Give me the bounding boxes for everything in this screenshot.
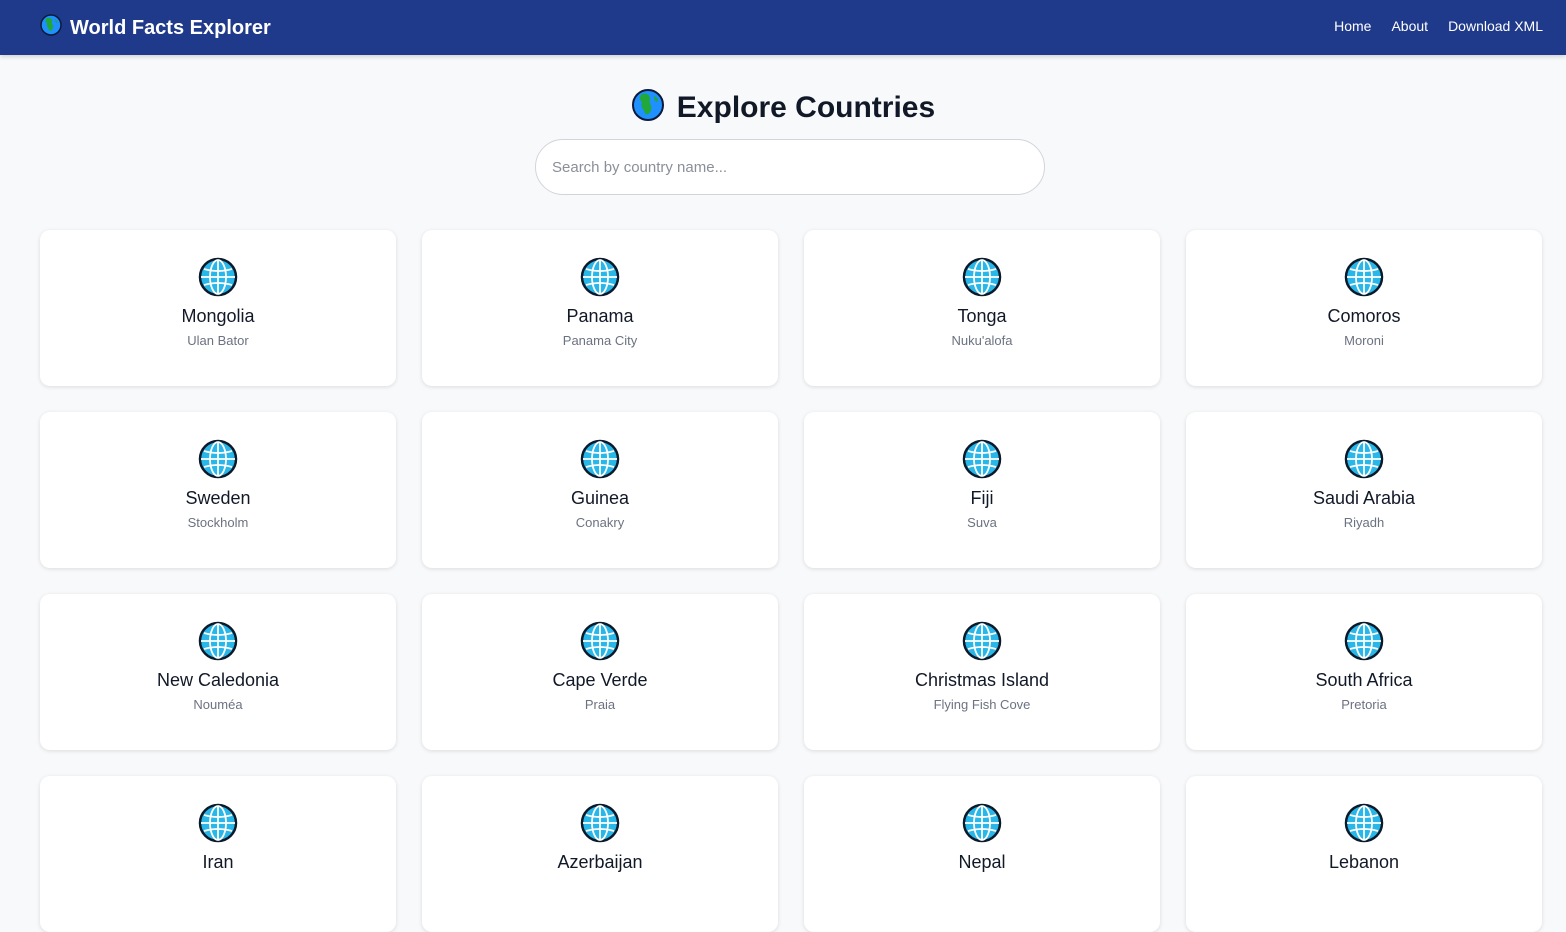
country-name: Sweden bbox=[185, 488, 251, 508]
nav-link-home[interactable]: Home bbox=[1334, 17, 1371, 35]
country-name: Panama bbox=[566, 306, 634, 326]
country-card[interactable]: Fiji Suva bbox=[804, 412, 1160, 568]
country-card[interactable]: New Caledonia Nouméa bbox=[40, 594, 396, 750]
globe-meridians-icon bbox=[962, 439, 1002, 479]
country-card[interactable]: Lebanon bbox=[1186, 776, 1542, 932]
globe-meridians-icon bbox=[962, 803, 1002, 843]
country-capital: Nuku'alofa bbox=[951, 333, 1013, 348]
country-card[interactable]: Mongolia Ulan Bator bbox=[40, 230, 396, 386]
country-name: Azerbaijan bbox=[557, 852, 643, 872]
country-card[interactable]: Saudi Arabia Riyadh bbox=[1186, 412, 1542, 568]
country-capital: Conakry bbox=[575, 515, 625, 530]
country-name: Mongolia bbox=[181, 306, 255, 326]
page-title: Explore Countries bbox=[676, 90, 936, 124]
globe-meridians-icon bbox=[580, 803, 620, 843]
globe-meridians-icon bbox=[1344, 803, 1384, 843]
country-card[interactable]: South Africa Pretoria bbox=[1186, 594, 1542, 750]
country-card[interactable]: Nepal bbox=[804, 776, 1160, 932]
country-name: Nepal bbox=[958, 852, 1006, 872]
country-card[interactable]: Panama Panama City bbox=[422, 230, 778, 386]
main-nav: Home About Download XML bbox=[1334, 17, 1543, 35]
brand-title: World Facts Explorer bbox=[70, 16, 271, 39]
country-name: Christmas Island bbox=[914, 670, 1050, 690]
globe-meridians-icon bbox=[962, 257, 1002, 297]
globe-meridians-icon bbox=[198, 803, 238, 843]
country-card[interactable]: Christmas Island Flying Fish Cove bbox=[804, 594, 1160, 750]
globe-meridians-icon bbox=[1344, 257, 1384, 297]
country-card[interactable]: Guinea Conakry bbox=[422, 412, 778, 568]
country-name: Saudi Arabia bbox=[1312, 488, 1416, 508]
earth-africa-icon bbox=[631, 88, 665, 127]
globe-meridians-icon bbox=[198, 257, 238, 297]
page-heading: Explore Countries bbox=[0, 88, 1566, 127]
globe-meridians-icon bbox=[1344, 439, 1384, 479]
country-grid: Mongolia Ulan Bator Panama Panama City Tonga… bbox=[40, 230, 1542, 932]
globe-meridians-icon bbox=[962, 621, 1002, 661]
country-name: New Caledonia bbox=[156, 670, 280, 690]
country-card[interactable]: Comoros Moroni bbox=[1186, 230, 1542, 386]
country-capital: Riyadh bbox=[1343, 515, 1385, 530]
country-capital: Praia bbox=[584, 697, 616, 712]
brand-link[interactable]: World Facts Explorer bbox=[40, 14, 271, 42]
country-capital: Moroni bbox=[1344, 333, 1384, 348]
country-card[interactable]: Tonga Nuku'alofa bbox=[804, 230, 1160, 386]
globe-meridians-icon bbox=[1344, 621, 1384, 661]
country-name: Cape Verde bbox=[552, 670, 648, 690]
country-name: Guinea bbox=[570, 488, 630, 508]
country-capital: Pretoria bbox=[1341, 697, 1387, 712]
globe-meridians-icon bbox=[198, 621, 238, 661]
country-card[interactable]: Azerbaijan bbox=[422, 776, 778, 932]
country-name: Lebanon bbox=[1328, 852, 1400, 872]
country-name: Comoros bbox=[1327, 306, 1401, 326]
country-capital: Ulan Bator bbox=[187, 333, 249, 348]
nav-link-download-xml[interactable]: Download XML bbox=[1448, 17, 1543, 35]
globe-meridians-icon bbox=[198, 439, 238, 479]
country-capital: Flying Fish Cove bbox=[933, 697, 1031, 712]
country-search-input[interactable] bbox=[535, 139, 1045, 195]
country-capital: Nouméa bbox=[193, 697, 243, 712]
country-capital: Panama City bbox=[562, 333, 638, 348]
country-name: Tonga bbox=[957, 306, 1007, 326]
nav-link-about[interactable]: About bbox=[1391, 17, 1428, 35]
earth-africa-icon bbox=[40, 14, 62, 42]
country-card[interactable]: Sweden Stockholm bbox=[40, 412, 396, 568]
top-navbar: World Facts Explorer Home About Download… bbox=[0, 0, 1566, 55]
country-name: Iran bbox=[202, 852, 234, 872]
country-card[interactable]: Iran bbox=[40, 776, 396, 932]
country-capital: Stockholm bbox=[187, 515, 249, 530]
globe-meridians-icon bbox=[580, 257, 620, 297]
country-capital: Suva bbox=[967, 515, 997, 530]
country-name: Fiji bbox=[970, 488, 994, 508]
globe-meridians-icon bbox=[580, 439, 620, 479]
globe-meridians-icon bbox=[580, 621, 620, 661]
country-name: South Africa bbox=[1315, 670, 1413, 690]
country-card[interactable]: Cape Verde Praia bbox=[422, 594, 778, 750]
